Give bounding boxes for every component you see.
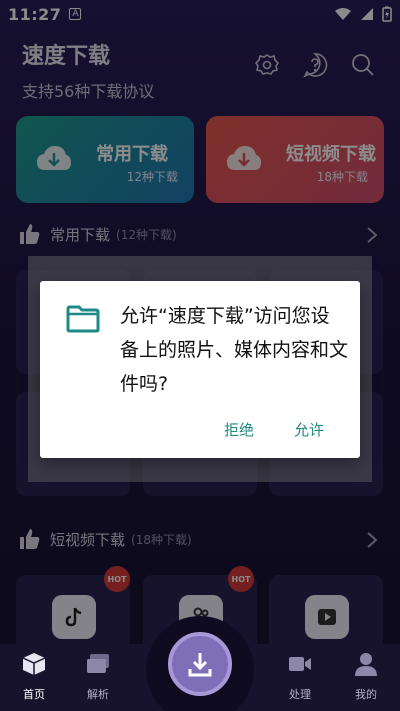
nav-item-parse[interactable]: 解析 — [68, 652, 128, 702]
dialog-message: 允许“速度下载”访问您设备上的照片、媒体内容和文件吗? — [120, 305, 349, 395]
download-fab-button[interactable] — [168, 632, 232, 696]
deny-button[interactable]: 拒绝 — [224, 419, 254, 440]
folder-icon — [66, 305, 100, 333]
download-icon — [188, 653, 212, 677]
home-cube-icon — [22, 653, 46, 675]
nav-label: 我的 — [355, 688, 377, 701]
nav-label: 首页 — [23, 688, 45, 701]
allow-button[interactable]: 允许 — [294, 419, 324, 440]
cards-icon — [87, 654, 109, 673]
video-camera-icon — [289, 657, 311, 671]
nav-item-process[interactable]: 处理 — [270, 652, 330, 702]
dialog-actions: 拒绝 允许 — [224, 419, 324, 440]
nav-label: 处理 — [289, 688, 311, 701]
nav-item-profile[interactable]: 我的 — [336, 652, 396, 702]
permission-dialog: 允许“速度下载”访问您设备上的照片、媒体内容和文件吗? 拒绝 允许 — [40, 281, 360, 458]
nav-item-home[interactable]: 首页 — [4, 652, 64, 702]
user-icon — [355, 653, 377, 676]
nav-label: 解析 — [87, 688, 109, 701]
